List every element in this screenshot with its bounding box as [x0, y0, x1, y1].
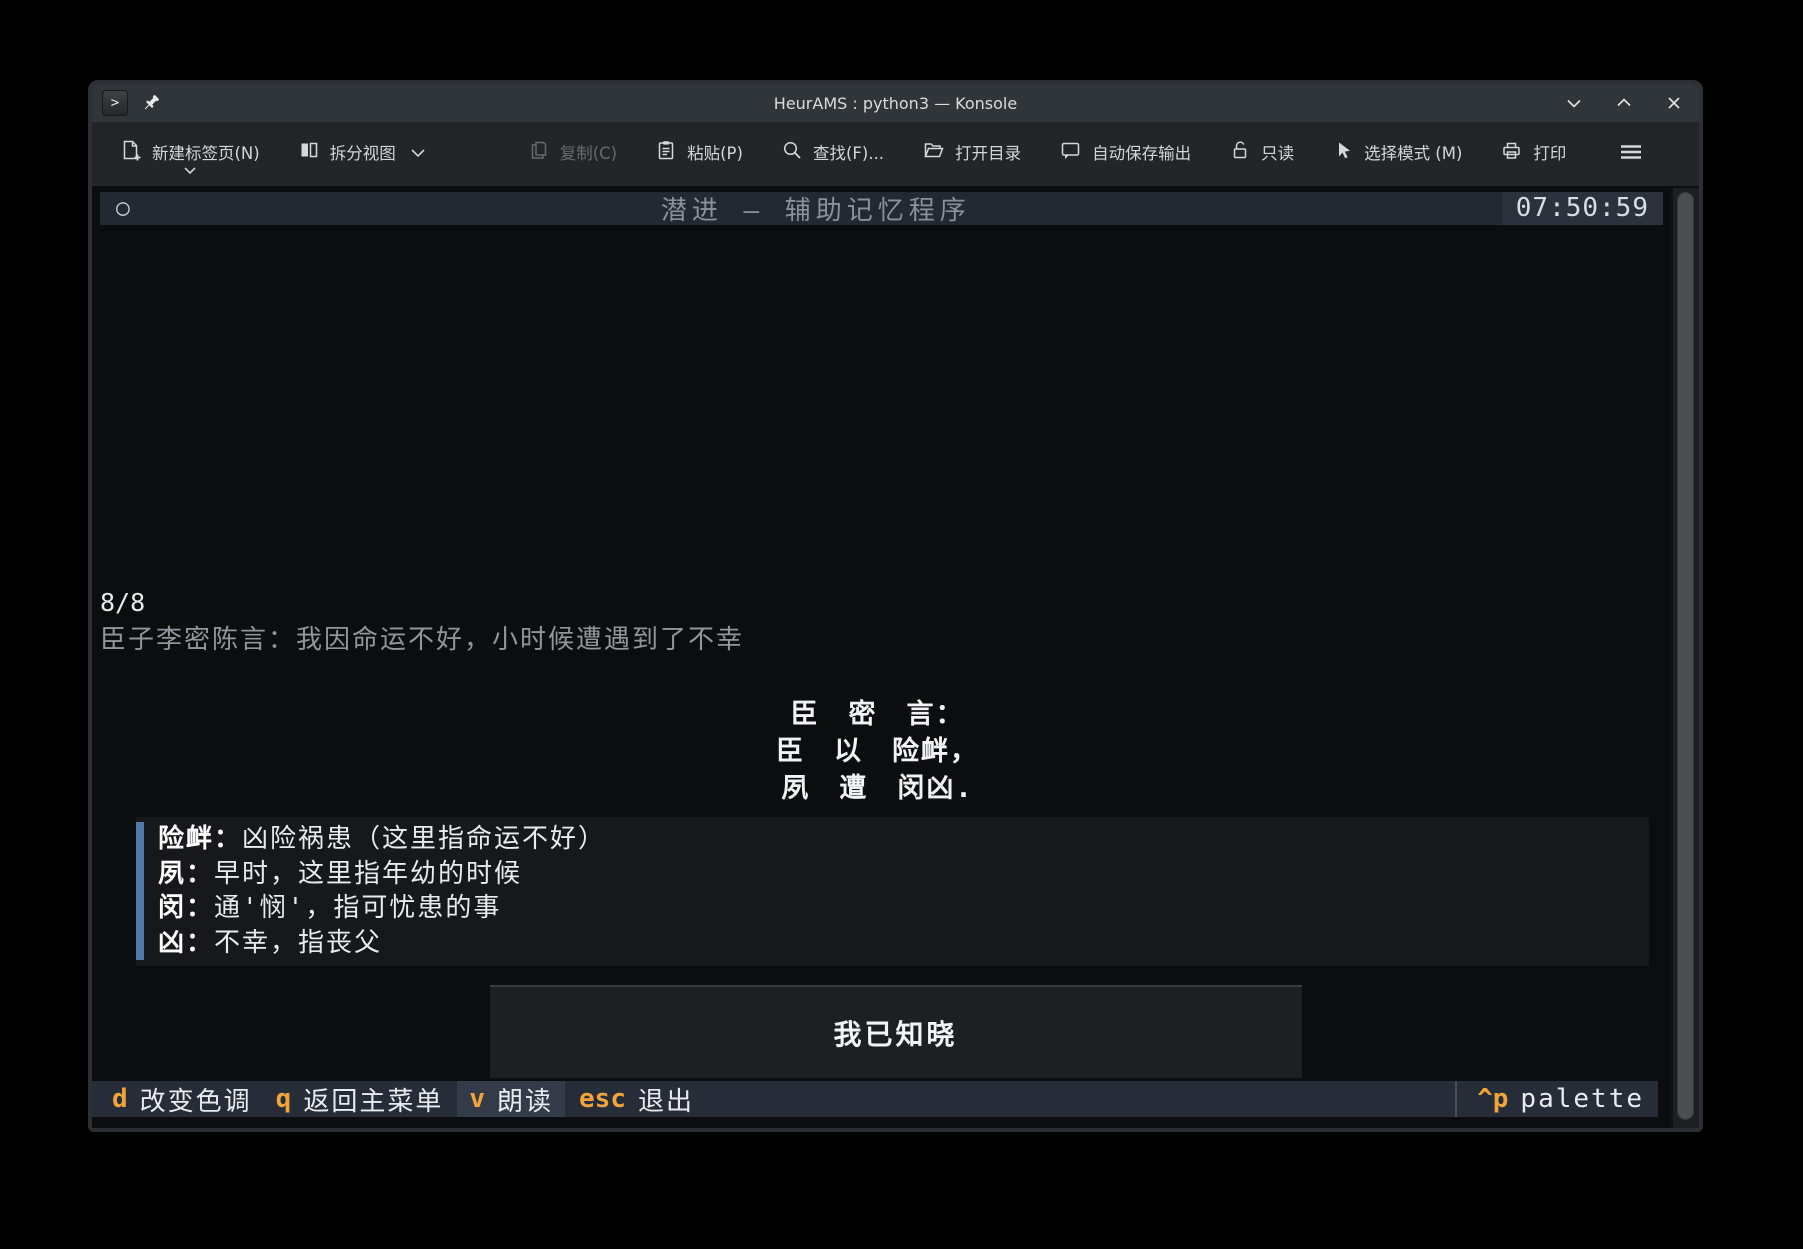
select-mode-button[interactable]: 选择模式 (M): [1332, 139, 1462, 165]
new-tab-dropdown-chevron[interactable]: [183, 160, 197, 179]
read-only-button[interactable]: 只读: [1229, 139, 1294, 165]
shortcut-palette[interactable]: ^p palette: [1455, 1081, 1658, 1117]
toolbar: 新建标签页(N) 拆分视图 复制(: [92, 122, 1699, 186]
shortcut-read-aloud[interactable]: v 朗读: [457, 1081, 565, 1117]
split-view-button[interactable]: 拆分视图: [298, 139, 426, 165]
copy-icon: [528, 139, 550, 165]
window-title: HeurAMS : python3 — Konsole: [92, 94, 1699, 113]
save-output-icon: [1059, 139, 1082, 165]
paste-icon: [655, 139, 677, 165]
shortcut-change-theme[interactable]: d 改变色调: [112, 1081, 252, 1117]
open-folder-icon: [922, 139, 945, 165]
find-label: 查找(F)...: [813, 140, 884, 164]
poem-line: 臣 密 言：: [100, 696, 1655, 733]
shortcut-key: d: [112, 1084, 128, 1114]
print-button[interactable]: 打印: [1500, 139, 1566, 165]
auto-save-output-label: 自动保存输出: [1092, 140, 1191, 164]
annotation-term: 夙：: [158, 859, 214, 889]
shortcut-main-menu[interactable]: q 返回主菜单: [276, 1081, 444, 1117]
copy-label: 复制(C): [560, 140, 617, 164]
konsole-window: > HeurAMS : python3 — Konsole: [88, 80, 1703, 1132]
annotation-line: 险衅：凶险祸患（这里指命运不好）: [136, 822, 1649, 857]
titlebar: > HeurAMS : python3 — Konsole: [92, 84, 1699, 122]
poem-line: 臣 以 险衅，: [100, 733, 1655, 770]
status-circle-indicator: ○: [100, 192, 130, 225]
shortcut-key: q: [276, 1084, 292, 1114]
poem-text: 臣 密 言： 臣 以 险衅， 夙 遭 闵凶.: [100, 696, 1655, 807]
annotation-definition: 不幸，指丧父: [214, 928, 382, 958]
open-directory-button[interactable]: 打开目录: [922, 139, 1021, 165]
split-view-label: 拆分视图: [330, 140, 396, 164]
annotation-term: 险衅：: [158, 824, 242, 854]
progress-counter: 8/8: [100, 588, 145, 617]
maximize-button[interactable]: [1613, 92, 1635, 114]
shortcut-label: 返回主菜单: [303, 1081, 443, 1118]
shortcut-label: palette: [1520, 1084, 1644, 1114]
hamburger-menu-button[interactable]: [1618, 141, 1644, 163]
search-icon: [781, 139, 803, 165]
annotation-term: 闵：: [158, 893, 214, 923]
lock-open-icon: [1229, 139, 1251, 165]
shortcut-exit[interactable]: esc 退出: [579, 1081, 694, 1117]
tui-header-bar: ○ 潜进 – 辅助记忆程序 07:50:59: [100, 192, 1663, 225]
annotation-term: 凶：: [158, 928, 214, 958]
new-tab-label: 新建标签页(N): [152, 140, 260, 164]
print-label: 打印: [1533, 140, 1566, 164]
select-mode-label: 选择模式 (M): [1364, 140, 1462, 164]
auto-save-output-button[interactable]: 自动保存输出: [1059, 139, 1191, 165]
shortcut-footer-bar: d 改变色调 q 返回主菜单 v 朗读 esc 退出 ^p palette: [92, 1081, 1658, 1117]
split-view-icon: [298, 139, 320, 165]
scrollbar[interactable]: [1671, 188, 1699, 1128]
annotation-definition: 凶险祸患（这里指命运不好）: [242, 824, 606, 854]
read-only-label: 只读: [1261, 140, 1294, 164]
open-directory-label: 打开目录: [955, 140, 1021, 164]
paste-label: 粘贴(P): [687, 140, 743, 164]
minimize-button[interactable]: [1563, 92, 1585, 114]
new-tab-button[interactable]: 新建标签页(N): [120, 139, 260, 165]
shortcut-key: ^p: [1477, 1084, 1508, 1114]
shortcut-label: 朗读: [497, 1081, 553, 1118]
tui-app-title: 潜进 – 辅助记忆程序: [130, 190, 1502, 227]
clock: 07:50:59: [1502, 192, 1663, 225]
annotation-line: 闵：通'悯'，指可忧患的事: [136, 891, 1649, 926]
paste-button[interactable]: 粘贴(P): [655, 139, 743, 165]
poem-line: 夙 遭 闵凶.: [100, 770, 1655, 807]
shortcut-label: 退出: [638, 1081, 694, 1118]
annotation-definition: 早时，这里指年幼的时候: [214, 859, 522, 889]
acknowledge-button[interactable]: 我已知晓: [490, 985, 1302, 1078]
copy-button: 复制(C): [528, 139, 617, 165]
select-cursor-icon: [1332, 139, 1354, 165]
annotation-line: 凶：不幸，指丧父: [136, 926, 1649, 961]
split-view-dropdown-chevron[interactable]: [410, 143, 426, 162]
new-tab-icon: [120, 139, 142, 165]
scrollbar-thumb[interactable]: [1677, 192, 1694, 1120]
hint-sentence: 臣子李密陈言：我因命运不好，小时候遭遇到了不幸: [100, 619, 744, 656]
konsole-app-icon[interactable]: >: [102, 90, 128, 116]
shortcut-label: 改变色调: [140, 1081, 252, 1118]
shortcut-key: esc: [579, 1084, 626, 1114]
terminal-screen: ○ 潜进 – 辅助记忆程序 07:50:59 8/8 臣子李密陈言：我因命运不好…: [92, 186, 1699, 1128]
pin-icon[interactable]: [140, 92, 162, 114]
annotation-line: 夙：早时，这里指年幼的时候: [136, 857, 1649, 892]
annotations-panel: 险衅：凶险祸患（这里指命运不好） 夙：早时，这里指年幼的时候 闵：通'悯'，指可…: [136, 817, 1649, 966]
annotation-definition: 通'悯'，指可忧患的事: [214, 893, 501, 923]
find-button[interactable]: 查找(F)...: [781, 139, 884, 165]
printer-icon: [1500, 139, 1523, 165]
shortcut-key: v: [469, 1084, 485, 1114]
close-button[interactable]: [1663, 92, 1685, 114]
